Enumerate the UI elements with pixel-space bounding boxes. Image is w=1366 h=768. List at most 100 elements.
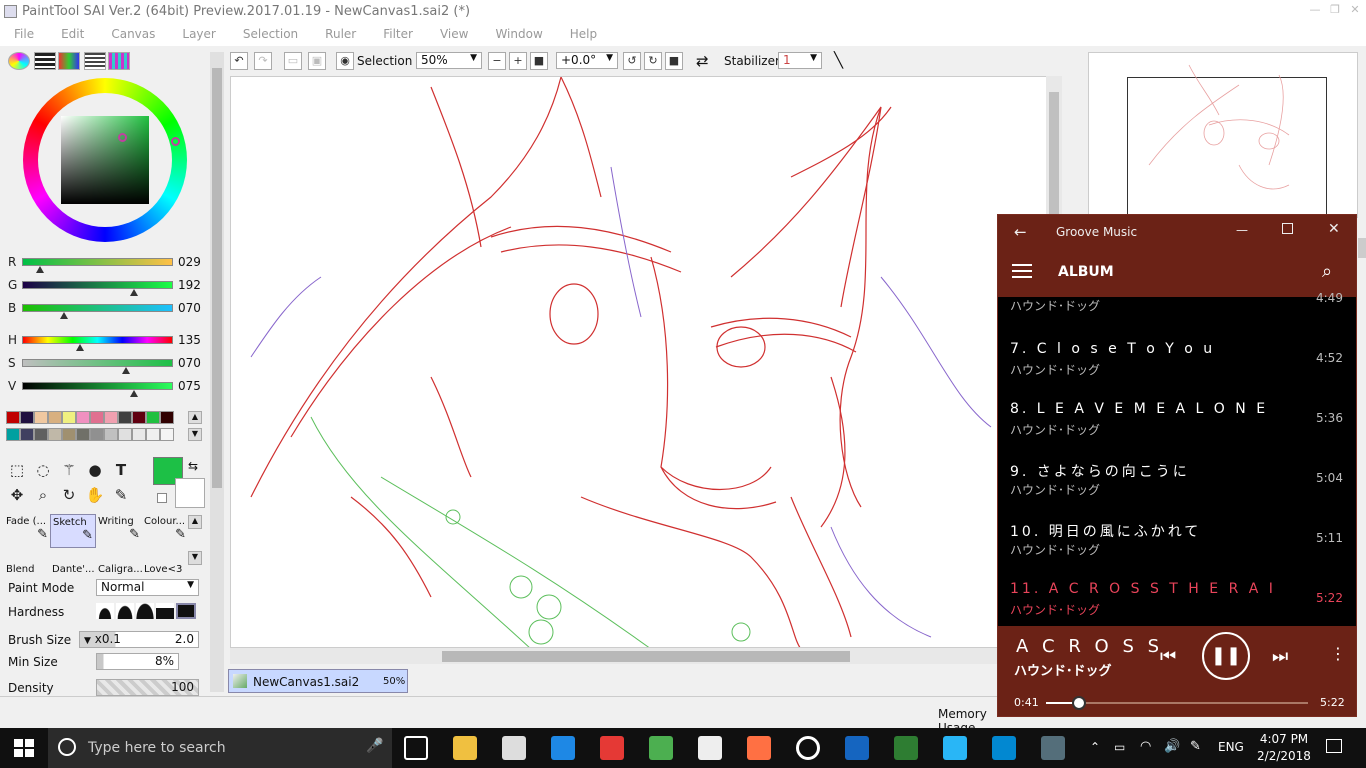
b-slider[interactable]	[22, 304, 173, 312]
hamburger-menu-icon[interactable]	[1012, 264, 1032, 278]
action-center-icon[interactable]	[1326, 739, 1342, 753]
palette-swatch[interactable]	[34, 411, 48, 424]
hand-icon[interactable]: ✋	[84, 484, 106, 506]
zoom-icon[interactable]: ⌕	[32, 484, 54, 506]
brush-slot[interactable]: Blend	[4, 550, 50, 584]
windows-start-icon[interactable]	[14, 739, 34, 757]
stabilizer-select[interactable]: 1 ▼	[778, 52, 822, 69]
palette-swatch[interactable]	[104, 428, 118, 441]
palette-swatch[interactable]	[20, 411, 34, 424]
close-button[interactable]: ✕	[1346, 3, 1364, 19]
eye-icon[interactable]: ◉	[336, 52, 354, 70]
menu-selection[interactable]: Selection	[229, 27, 311, 41]
background-color[interactable]	[175, 478, 205, 508]
edge-icon[interactable]	[551, 736, 575, 760]
clock-date[interactable]: 2/2/2018	[1256, 749, 1312, 763]
maximize-button[interactable]: ❐	[1326, 3, 1344, 19]
palette-swatch[interactable]	[90, 428, 104, 441]
chrome-icon[interactable]	[649, 736, 673, 760]
hardness-3[interactable]	[136, 603, 154, 619]
previous-icon[interactable]: ⏮	[1160, 646, 1176, 667]
rotate-left-button[interactable]: ↺	[623, 52, 641, 70]
h-value[interactable]: 135	[178, 333, 201, 347]
menu-canvas[interactable]: Canvas	[97, 27, 168, 41]
menu-help[interactable]: Help	[556, 27, 610, 41]
palette-swatch[interactable]	[146, 411, 160, 424]
deselect-button[interactable]: ▭	[284, 52, 302, 70]
telegram-icon[interactable]	[943, 736, 967, 760]
store-icon[interactable]	[502, 736, 526, 760]
palette-swatch[interactable]	[104, 411, 118, 424]
swap-colors-icon[interactable]: ⇆	[188, 459, 198, 473]
palette-swatch[interactable]	[34, 428, 48, 441]
canvas-horizontal-scrollbar[interactable]	[230, 648, 1062, 664]
b-handle[interactable]	[60, 312, 68, 319]
menu-filter[interactable]: Filter	[369, 27, 426, 41]
palette-swatch[interactable]	[118, 428, 132, 441]
track-row[interactable]: 8. L E A V E M E A L O N E ハウンド･ドッグ 5:36	[998, 385, 1356, 445]
now-playing-artist[interactable]: ハウンド･ドッグ	[1014, 660, 1112, 679]
left-panel-scrollbar[interactable]	[210, 52, 224, 692]
hue-cursor[interactable]	[171, 137, 180, 146]
palette-mode-button[interactable]	[58, 52, 80, 70]
media-icon[interactable]	[747, 736, 771, 760]
brush-slot[interactable]: Fade (... ✎	[4, 514, 50, 548]
rotate-reset-button[interactable]: ■	[665, 52, 683, 70]
swatch-list-button[interactable]	[84, 52, 106, 70]
brush-size-field[interactable]: ▼ x0.1 2.0	[79, 631, 199, 648]
hardness-5[interactable]	[176, 603, 196, 619]
menu-view[interactable]: View	[426, 27, 481, 41]
chevron-up-icon[interactable]: ⌃	[1090, 740, 1100, 754]
b-value[interactable]: 070	[178, 301, 201, 315]
eyedropper-icon[interactable]: ✎	[110, 484, 132, 506]
scratchpad-button[interactable]	[108, 52, 130, 70]
g-value[interactable]: 192	[178, 278, 201, 292]
s-slider[interactable]	[22, 359, 173, 367]
seek-bar[interactable]	[1046, 696, 1308, 710]
menu-window[interactable]: Window	[481, 27, 555, 41]
lasso-icon[interactable]: ◌	[32, 459, 54, 481]
palette-swatch[interactable]	[6, 428, 20, 441]
hardness-2[interactable]	[116, 603, 134, 619]
brush-slot[interactable]: Sketch ✎	[50, 514, 96, 548]
groove-close-button[interactable]: ✕	[1328, 221, 1340, 237]
s-value[interactable]: 070	[178, 356, 201, 370]
left-panel-scroll-thumb[interactable]	[212, 68, 222, 488]
gift-icon[interactable]	[600, 736, 624, 760]
track-row[interactable]: 9. さよならの向こうに ハウンド･ドッグ 5:04	[998, 445, 1356, 505]
select-rect-icon[interactable]: ⬚	[6, 459, 28, 481]
rotation-select[interactable]: +0.0° ▼	[556, 52, 618, 69]
palette-swatch[interactable]	[62, 411, 76, 424]
track-row[interactable]: 11. A C R O S S T H E R A I ハウンド･ドッグ 5:22	[998, 565, 1356, 625]
slider-mode-button[interactable]	[34, 52, 56, 70]
track-row[interactable]: 7. C l o s e T o Y o u ハウンド･ドッグ 4:52	[998, 325, 1356, 385]
brush-slot[interactable]: Colour... ✎	[142, 514, 188, 548]
transparent-color-icon[interactable]	[157, 493, 167, 503]
search-box[interactable]: Type here to search 🎤	[48, 728, 392, 768]
track-row[interactable]: 10. 明日の風にふかれて ハウンド･ドッグ 5:11	[998, 505, 1356, 565]
palette-swatch[interactable]	[146, 428, 160, 441]
h-handle[interactable]	[76, 344, 84, 351]
menu-file[interactable]: File	[0, 27, 47, 41]
rotate-icon[interactable]: ↻	[58, 484, 80, 506]
next-icon[interactable]: ⏭	[1272, 646, 1288, 667]
brush-scroll-up[interactable]: ▲	[188, 515, 202, 529]
undo-button[interactable]: ↶	[230, 52, 248, 70]
invert-selection-button[interactable]: ▣	[308, 52, 326, 70]
palette-swatch[interactable]	[62, 428, 76, 441]
v-handle[interactable]	[130, 390, 138, 397]
palette-swatch[interactable]	[90, 411, 104, 424]
hardness-1[interactable]	[96, 603, 114, 619]
saturation-value-square[interactable]	[61, 116, 149, 204]
groove-maximize-button[interactable]	[1282, 223, 1293, 234]
navigator-panel[interactable]	[1088, 52, 1358, 218]
brush-slot[interactable]: Dante'...	[50, 550, 96, 584]
zoom-select[interactable]: 50% ▼	[416, 52, 482, 69]
magic-wand-icon[interactable]: ⚚	[58, 459, 80, 481]
palette-swatch[interactable]	[160, 411, 174, 424]
file-explorer-icon[interactable]	[453, 736, 477, 760]
palette-swatch[interactable]	[6, 411, 20, 424]
g-handle[interactable]	[130, 289, 138, 296]
more-options-icon[interactable]: ⋮	[1330, 644, 1346, 663]
palette-swatch[interactable]	[160, 428, 174, 441]
